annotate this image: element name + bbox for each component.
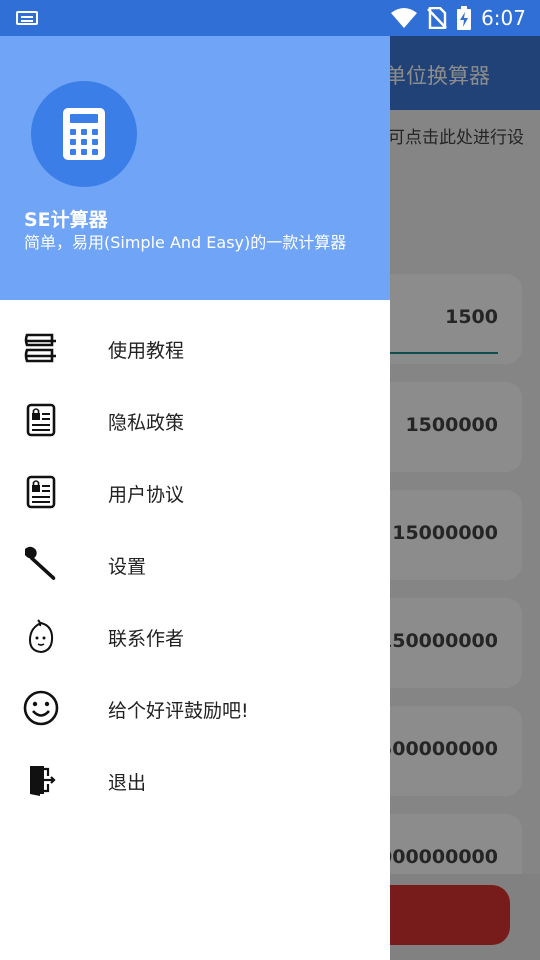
- contact-author-icon: [23, 618, 59, 654]
- app-avatar: [31, 81, 137, 187]
- menu-item-contact-author[interactable]: 联系作者: [0, 600, 390, 672]
- menu-item-privacy-policy[interactable]: 隐私政策: [0, 384, 390, 456]
- menu-item-label: 设置: [108, 556, 147, 578]
- drawer-header: SE计算器 简单，易用(Simple And Easy)的一款计算器: [0, 36, 390, 300]
- battery-charging-icon: [457, 6, 472, 30]
- calculator-icon: [63, 108, 105, 160]
- menu-item-user-agreement[interactable]: 用户协议: [0, 456, 390, 528]
- menu-item-tutorial[interactable]: 使用教程: [0, 312, 390, 384]
- app-description: 简单，易用(Simple And Easy)的一款计算器: [24, 233, 347, 252]
- smiley-icon: [23, 690, 59, 726]
- wrench-icon: [23, 546, 59, 582]
- menu-item-label: 联系作者: [108, 628, 185, 650]
- keyboard-icon: [16, 11, 38, 25]
- menu-item-rate-app[interactable]: 给个好评鼓励吧!: [0, 672, 390, 744]
- status-bar: 6:07: [0, 0, 540, 36]
- privacy-doc-icon: [23, 402, 59, 438]
- book-stack-icon: [23, 330, 59, 366]
- agreement-doc-icon: [23, 474, 59, 510]
- wifi-icon: [391, 8, 418, 28]
- status-time: 6:07: [481, 6, 526, 30]
- menu-item-label: 用户协议: [108, 484, 185, 506]
- navigation-drawer: SE计算器 简单，易用(Simple And Easy)的一款计算器 使用教程: [0, 36, 390, 960]
- menu-item-label: 退出: [108, 772, 147, 794]
- no-sim-icon: [427, 7, 447, 29]
- menu-item-label: 使用教程: [108, 340, 185, 362]
- exit-door-icon: [23, 762, 59, 798]
- drawer-menu: 使用教程 隐私政策 用户协议 设置 联系作者 给个好评鼓励吧! 退出: [0, 312, 390, 816]
- menu-item-label: 隐私政策: [108, 412, 185, 434]
- menu-item-exit[interactable]: 退出: [0, 744, 390, 816]
- menu-item-label: 给个好评鼓励吧!: [108, 700, 249, 722]
- app-name: SE计算器: [24, 209, 108, 231]
- menu-item-settings[interactable]: 设置: [0, 528, 390, 600]
